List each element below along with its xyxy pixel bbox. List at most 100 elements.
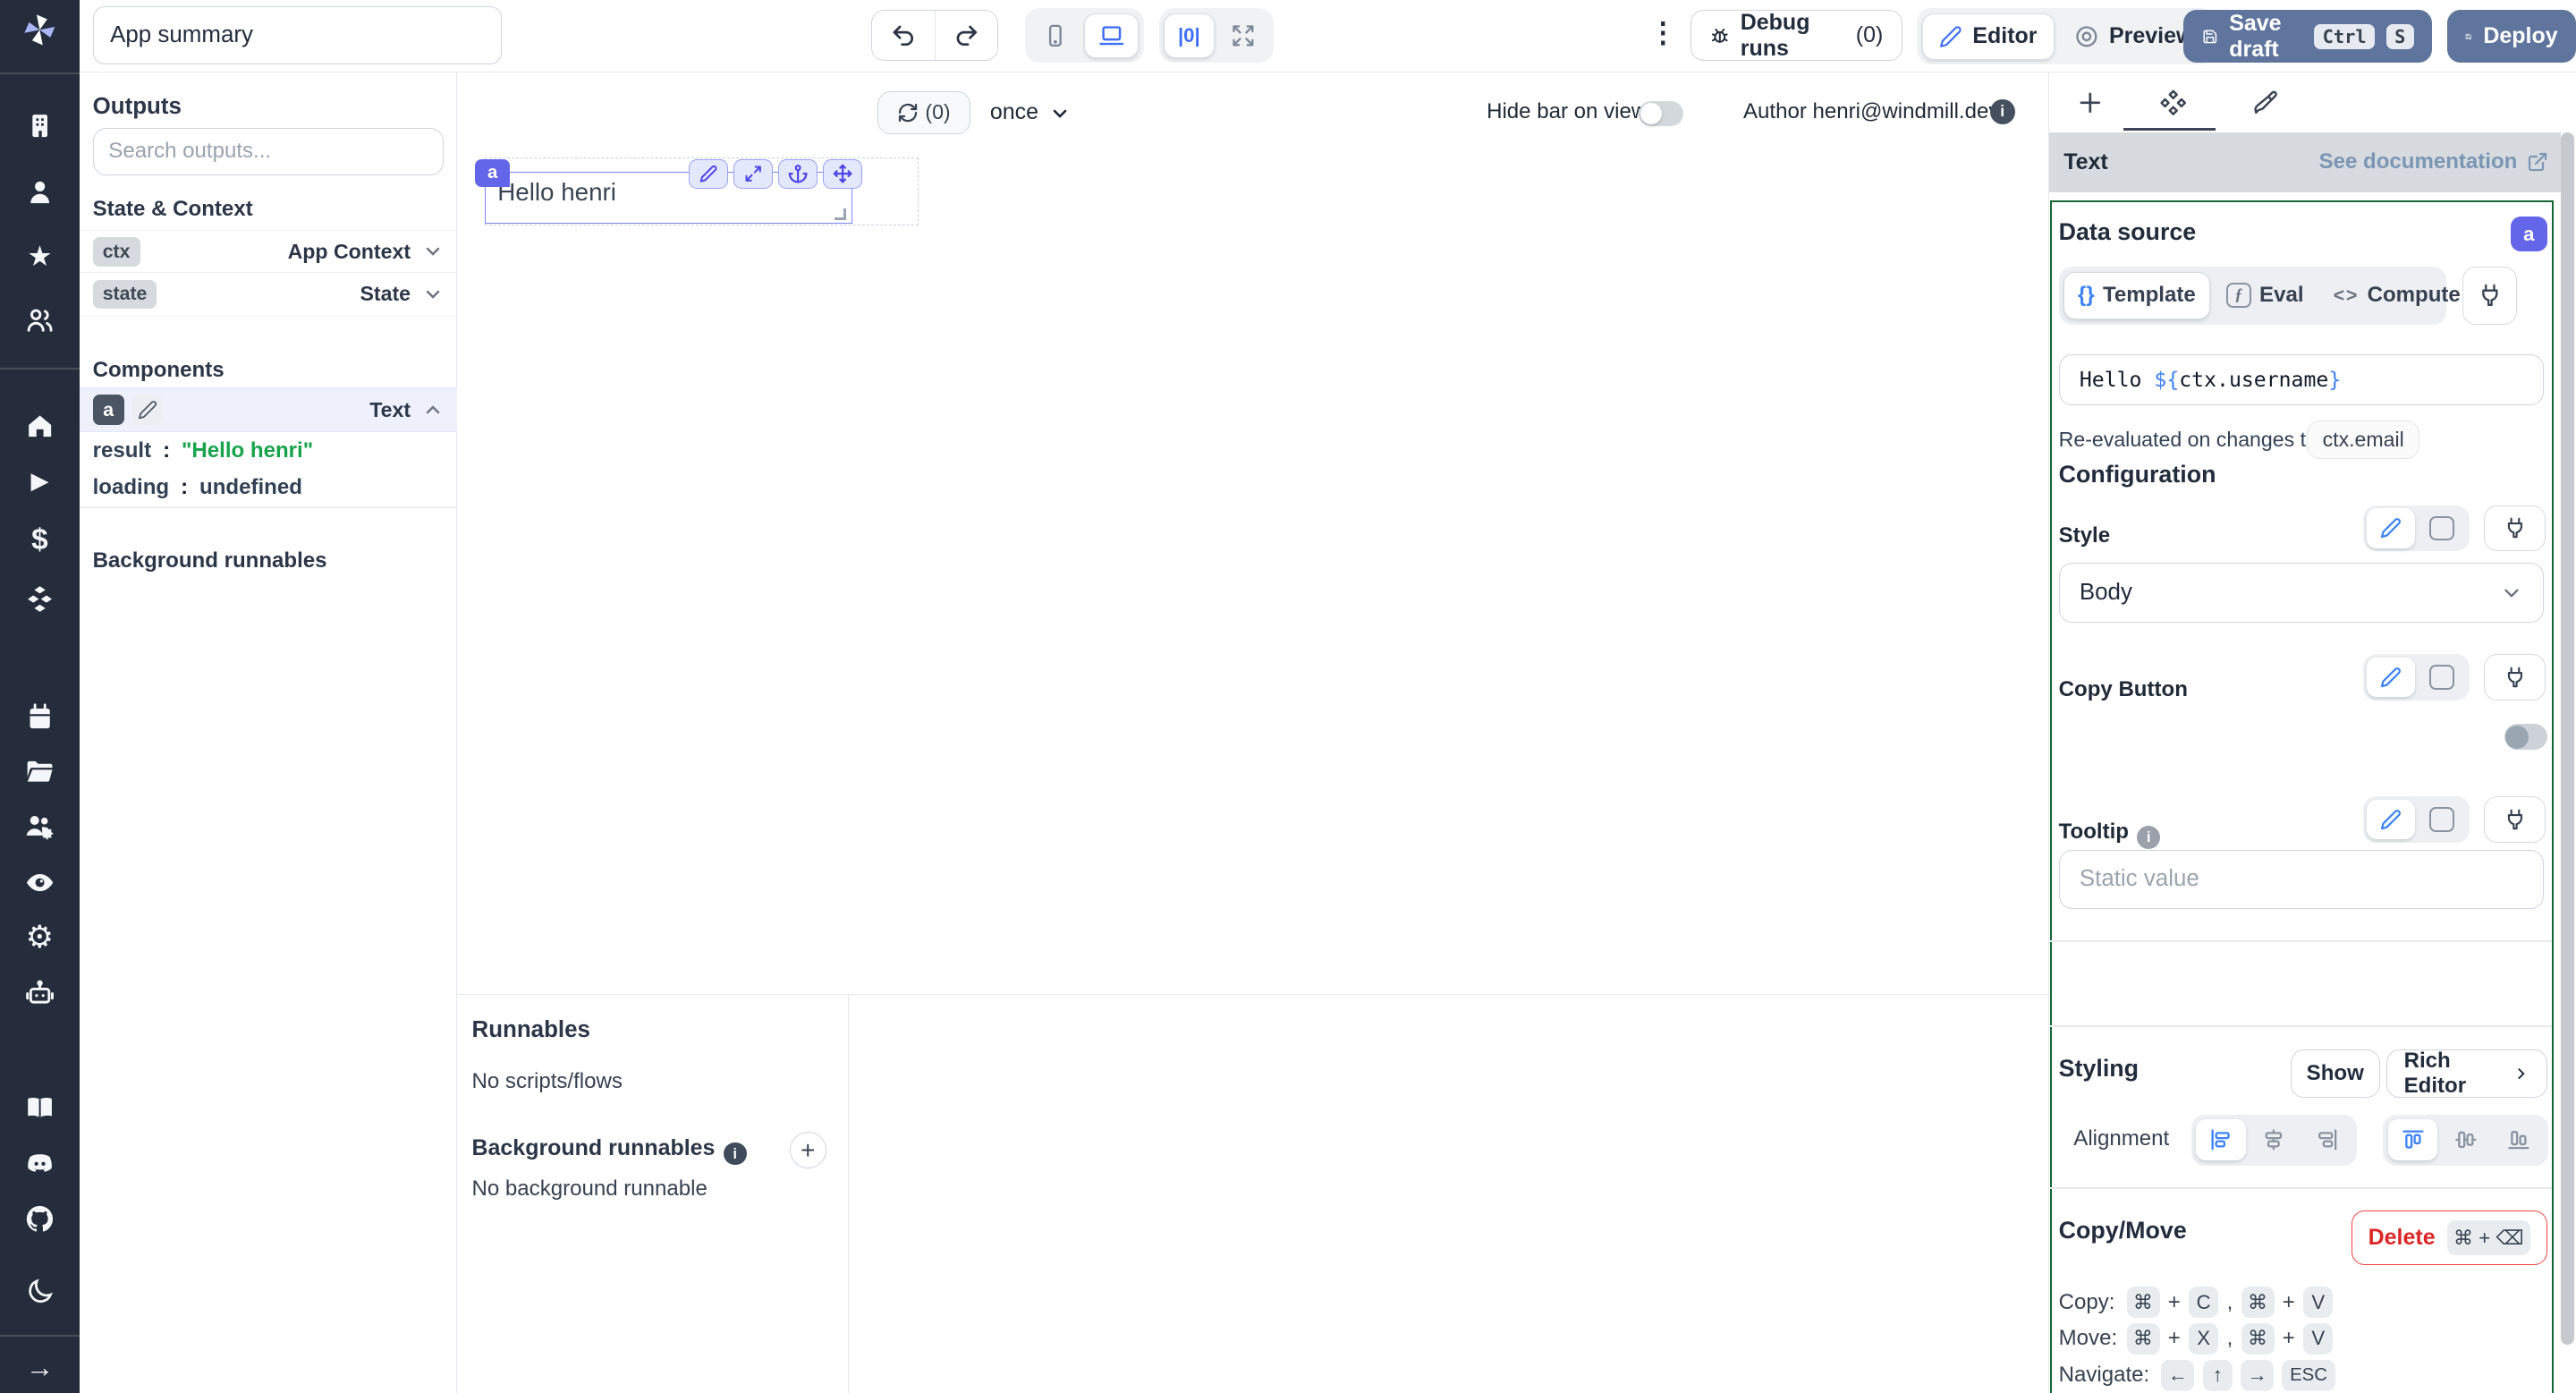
user-icon[interactable] <box>0 175 80 208</box>
settings-gear-icon[interactable]: ⚙ <box>0 921 80 954</box>
eval-function-icon[interactable] <box>2418 508 2466 548</box>
insert-component-tab[interactable] <box>2069 81 2112 124</box>
github-icon[interactable] <box>0 1202 80 1236</box>
eval-function-icon[interactable] <box>2418 658 2466 697</box>
ctx-row[interactable]: ctx App Context <box>79 230 457 274</box>
debug-runs-button[interactable]: Debug runs (0) <box>1690 10 1902 62</box>
save-icon <box>2203 30 2216 44</box>
reeval-dependency-chip[interactable]: ctx.email <box>2307 420 2420 459</box>
rich-editor-button[interactable]: Rich Editor <box>2386 1049 2547 1098</box>
copy-button-toggle[interactable] <box>2504 723 2547 751</box>
connect-plug-button[interactable] <box>2462 266 2518 325</box>
see-documentation-link[interactable]: See documentation <box>2319 149 2549 174</box>
runs-play-icon[interactable]: ▶ <box>0 465 80 498</box>
delete-component-button[interactable]: Delete ⌘ + ⌫ <box>2351 1210 2547 1266</box>
eval-tab[interactable]: ƒ Eval <box>2213 272 2317 320</box>
component-a-row[interactable]: a Text <box>79 387 457 433</box>
desktop-view-button[interactable] <box>1084 13 1140 58</box>
bug-icon <box>1712 28 1728 43</box>
centered-layout-button[interactable]: |0| <box>1164 13 1215 58</box>
comma-separator: , <box>2226 1289 2233 1314</box>
chevron-down-icon[interactable] <box>1049 103 1071 124</box>
docs-book-icon[interactable] <box>0 1091 80 1125</box>
kbd-esc: ESC <box>2282 1359 2335 1391</box>
info-icon[interactable]: i <box>723 1142 747 1166</box>
kbd-arrow-left: ← <box>2161 1359 2195 1391</box>
align-left-icon[interactable] <box>2196 1119 2246 1161</box>
compute-tab[interactable]: <> Compute <box>2320 272 2474 320</box>
style-select[interactable]: Body <box>2058 563 2544 623</box>
connect-plug-button[interactable] <box>2484 796 2546 844</box>
rail-divider <box>0 367 80 369</box>
reeval-label: Re-evaluated on changes to: <box>2058 427 2324 451</box>
schedules-calendar-icon[interactable] <box>0 701 80 734</box>
styling-show-button[interactable]: Show <box>2290 1049 2380 1099</box>
groups-icon[interactable] <box>0 303 80 336</box>
template-code-input[interactable]: Hello ${ctx.username} <box>2058 354 2544 406</box>
connect-plug-button[interactable] <box>2484 505 2546 552</box>
info-icon[interactable]: i <box>2137 825 2161 849</box>
info-icon[interactable]: i <box>1989 99 2015 124</box>
move-component-icon[interactable] <box>822 158 863 189</box>
save-draft-button[interactable]: Save draft Ctrl S <box>2183 10 2432 64</box>
result-output-row[interactable]: result : "Hello henri" <box>93 438 313 463</box>
folders-icon[interactable] <box>0 755 80 788</box>
component-a-badge: a <box>92 395 124 425</box>
loading-output-row[interactable]: loading : undefined <box>93 475 302 500</box>
static-pencil-icon[interactable] <box>2366 799 2415 840</box>
fullwidth-layout-button[interactable] <box>1217 13 1268 58</box>
result-value: "Hello henri" <box>182 438 314 463</box>
refresh-runnables-button[interactable]: (0) <box>877 90 970 134</box>
dark-mode-moon-icon[interactable] <box>0 1275 80 1308</box>
template-tab[interactable]: {} Template <box>2063 271 2210 320</box>
tooltip-input[interactable]: Static value <box>2058 849 2544 910</box>
anchor-icon[interactable] <box>777 158 818 189</box>
redo-button[interactable] <box>934 11 998 61</box>
deploy-button[interactable]: Deploy <box>2446 10 2576 64</box>
expand-component-icon[interactable] <box>733 158 774 189</box>
align-top-icon[interactable] <box>2387 1119 2438 1161</box>
redo-icon <box>956 25 977 47</box>
component-settings-tab[interactable] <box>2151 81 2194 124</box>
connect-plug-button[interactable] <box>2484 654 2546 701</box>
hide-bar-toggle[interactable] <box>1639 100 1684 126</box>
editor-tab[interactable]: Editor <box>1921 13 2055 60</box>
windmill-logo-icon[interactable] <box>0 13 80 47</box>
groups-settings-icon[interactable] <box>0 810 80 843</box>
undo-redo-group <box>870 10 999 62</box>
settings-scrollbar[interactable] <box>2561 132 2575 1393</box>
mobile-view-button[interactable] <box>1030 13 1080 58</box>
more-menu-kebab-icon[interactable]: ⋮ <box>1648 17 1676 49</box>
eval-function-icon[interactable] <box>2418 800 2466 839</box>
alignment-label: Alignment <box>2073 1125 2170 1151</box>
audit-eye-icon[interactable] <box>0 866 80 899</box>
favorites-star-icon[interactable]: ★ <box>0 240 80 273</box>
resources-cubes-icon[interactable] <box>0 583 80 616</box>
copy-button-label: Copy Button <box>2058 677 2188 701</box>
edit-pencil-icon[interactable] <box>688 158 729 189</box>
state-row[interactable]: state State <box>79 273 457 317</box>
static-pencil-icon[interactable] <box>2366 657 2415 698</box>
add-background-runnable-button[interactable]: + <box>789 1132 826 1168</box>
align-right-icon[interactable] <box>2302 1119 2352 1160</box>
align-center-vertical-icon[interactable] <box>2441 1119 2491 1160</box>
copy-shortcut-row: Copy: ⌘ + C , ⌘ + V <box>2059 1287 2334 1319</box>
rename-pencil-icon[interactable] <box>132 395 163 425</box>
schedule-mode-label[interactable]: once <box>990 99 1038 125</box>
undo-button[interactable] <box>871 11 935 61</box>
home-icon[interactable] <box>0 409 80 442</box>
compute-label: Compute <box>2367 283 2461 308</box>
theme-brush-tab[interactable] <box>2244 81 2287 124</box>
scrollbar-thumb[interactable] <box>2561 132 2575 1345</box>
resize-handle[interactable] <box>834 208 846 221</box>
search-outputs-input[interactable] <box>92 127 444 176</box>
workspace-building-icon[interactable] <box>0 109 80 142</box>
static-pencil-icon[interactable] <box>2366 508 2415 548</box>
align-bottom-icon[interactable] <box>2494 1119 2544 1160</box>
expand-sidebar-arrow-icon[interactable]: → <box>0 1351 80 1384</box>
app-summary-input[interactable] <box>92 6 502 65</box>
ai-robot-icon[interactable] <box>0 977 80 1010</box>
align-center-horizontal-icon[interactable] <box>2249 1119 2299 1160</box>
variables-dollar-icon[interactable]: $ <box>0 523 80 556</box>
discord-icon[interactable] <box>0 1148 80 1181</box>
